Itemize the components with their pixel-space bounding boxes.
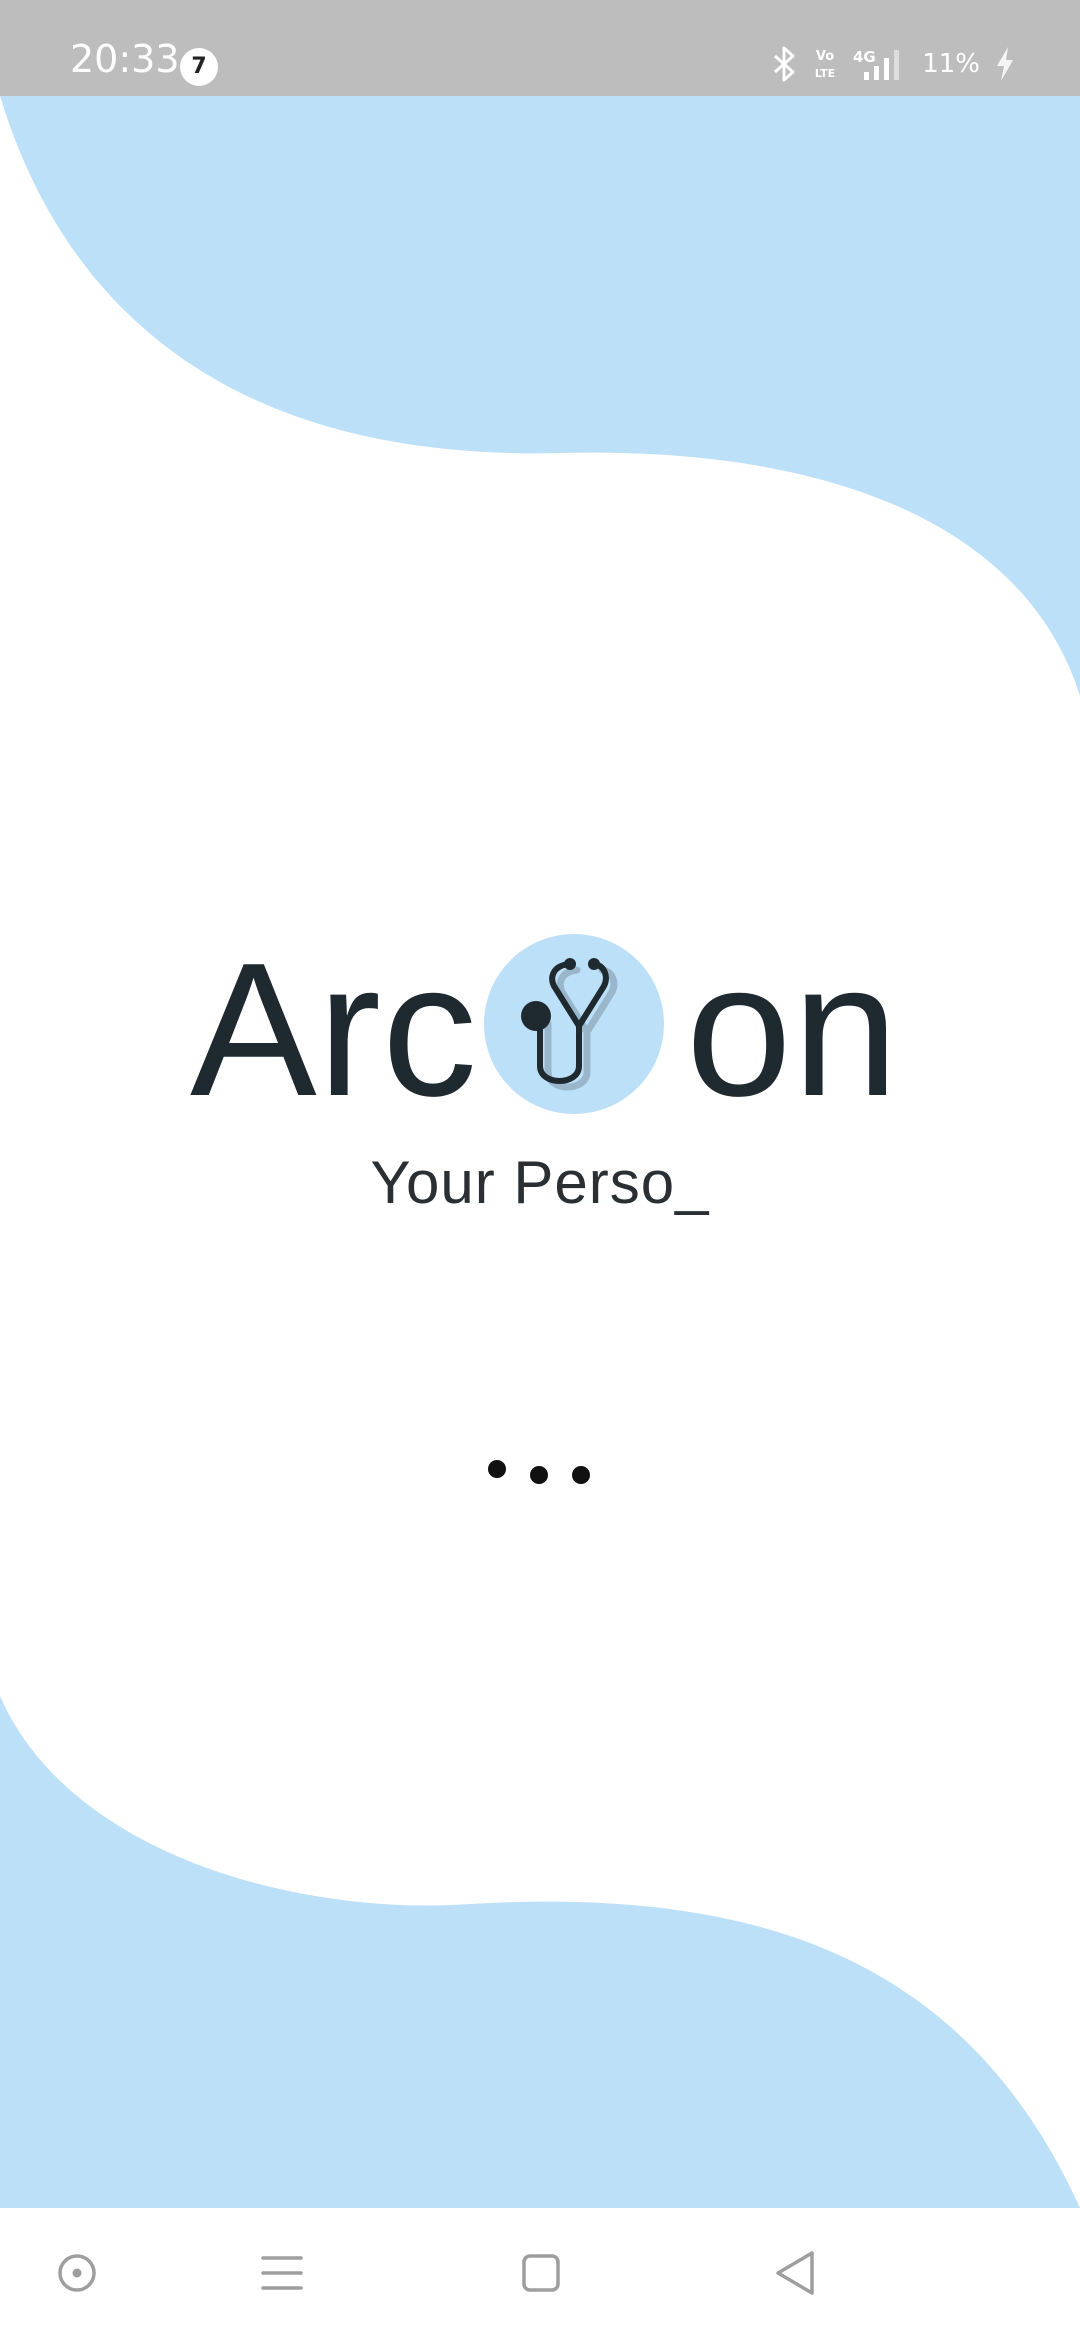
signal-4g-icon: 4G — [852, 46, 908, 82]
menu-icon — [261, 2256, 303, 2290]
battery-charging-icon — [994, 46, 1016, 82]
system-nav-bar — [0, 2208, 1080, 2340]
back-button[interactable] — [760, 2238, 830, 2308]
notification-count-badge: 7 — [180, 48, 218, 86]
loading-dot — [488, 1460, 506, 1478]
status-icons: Vo LTE 4G 11% — [772, 44, 1016, 84]
back-icon — [776, 2251, 814, 2295]
bottom-wave — [0, 1696, 1080, 2208]
status-time: 20:33 — [70, 37, 180, 81]
assistant-button[interactable] — [42, 2238, 112, 2308]
menu-button[interactable] — [247, 2238, 317, 2308]
loading-dot — [530, 1466, 548, 1484]
battery-percent: 11% — [922, 49, 980, 79]
home-button[interactable] — [506, 2238, 576, 2308]
app-logo: Arc on — [0, 930, 1080, 1130]
network-type-label: 4G — [853, 48, 876, 66]
bluetooth-icon — [772, 46, 798, 82]
splash-screen: 20:33 7 Vo LTE 4G 11% Arc on Your Perso_ — [0, 0, 1080, 2340]
stethoscope-icon — [484, 934, 664, 1114]
home-icon — [522, 2254, 560, 2292]
top-wave — [0, 96, 1080, 696]
logo-text-right: on — [686, 924, 900, 1136]
loading-dot — [572, 1466, 590, 1484]
volte-label-bottom: LTE — [815, 67, 835, 80]
loading-indicator — [488, 1456, 598, 1496]
volte-icon: Vo LTE — [812, 46, 838, 82]
assistant-icon — [58, 2254, 96, 2292]
volte-label-top: Vo — [816, 49, 834, 64]
tagline: Your Perso_ — [370, 1149, 710, 1216]
logo-text-left: Arc — [190, 924, 478, 1136]
status-bar: 20:33 7 Vo LTE 4G 11% — [0, 0, 1080, 96]
